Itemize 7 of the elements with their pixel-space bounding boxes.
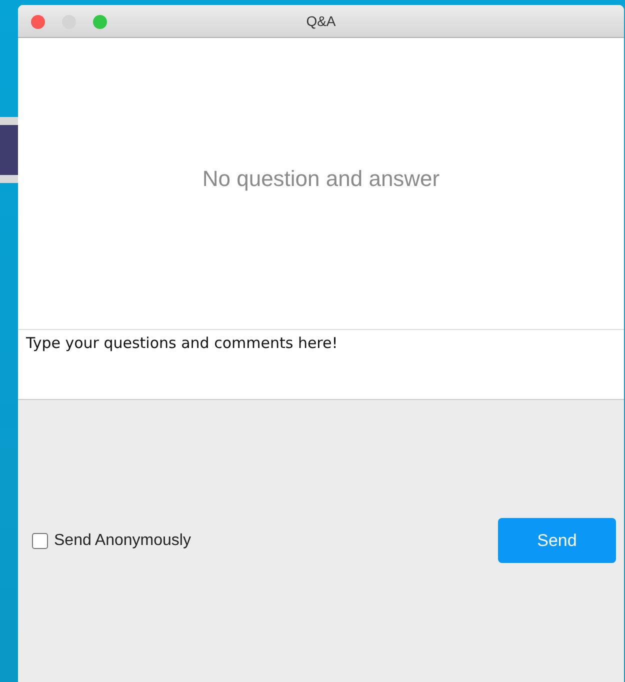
anonymous-checkbox[interactable] [32,532,48,549]
checkbox-label: Send Anonymously [54,532,191,550]
empty-message: No question and answer [202,166,440,192]
close-button[interactable] [31,15,45,29]
window-title: Q&A [306,13,336,29]
zoom-button[interactable] [93,15,107,29]
background-panel [0,117,18,183]
